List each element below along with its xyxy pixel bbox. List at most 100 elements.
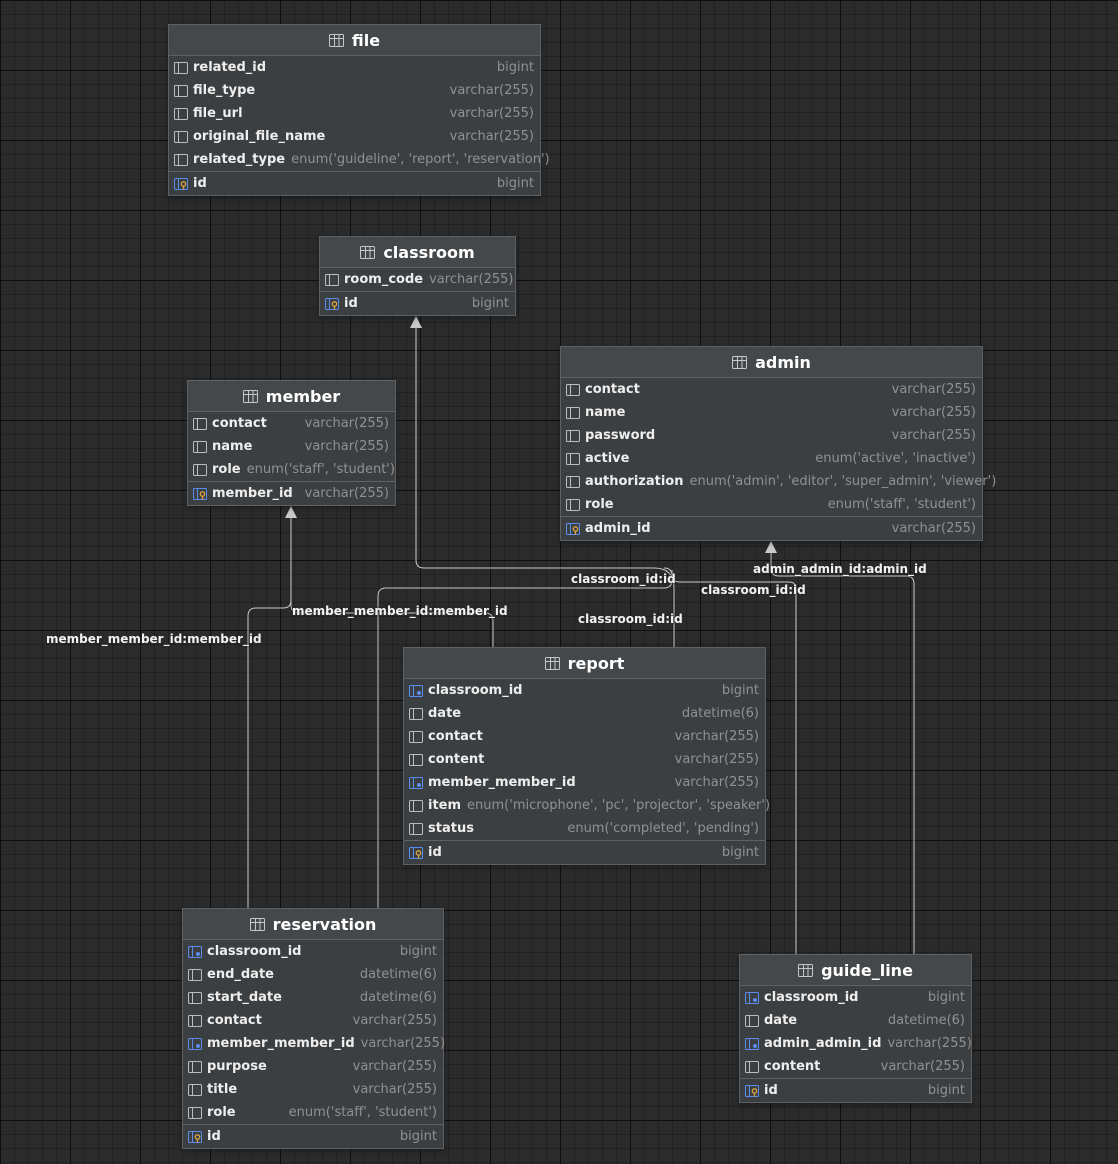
column-name: contact [428, 729, 483, 744]
column-row[interactable]: file_url varchar(255) [169, 102, 540, 125]
foreign-key-icon [745, 1037, 760, 1050]
primary-key-row[interactable]: id bigint [320, 291, 515, 315]
column-name: contact [585, 382, 640, 397]
table-header[interactable]: report [404, 648, 765, 679]
column-icon [174, 61, 189, 74]
edge-label-guide-line-classroom: classroom_id:id [701, 583, 806, 597]
column-row[interactable]: related_type enum('guideline', 'report', … [169, 148, 550, 171]
column-row[interactable]: room_code varchar(255) [320, 268, 515, 291]
primary-key-icon [325, 297, 340, 310]
column-type: datetime(6) [681, 706, 759, 721]
column-row[interactable]: password varchar(255) [561, 424, 982, 447]
column-row[interactable]: content varchar(255) [740, 1055, 971, 1078]
column-row[interactable]: end_date datetime(6) [183, 963, 443, 986]
column-row[interactable]: file_type varchar(255) [169, 79, 540, 102]
table-header[interactable]: reservation [183, 909, 443, 940]
table-icon [249, 917, 265, 931]
table-name: member [265, 386, 341, 406]
primary-key-row[interactable]: id bigint [183, 1124, 443, 1148]
column-row[interactable]: date datetime(6) [740, 1009, 971, 1032]
column-row[interactable]: member_member_id varchar(255) [183, 1032, 445, 1055]
column-name: admin_id [585, 521, 651, 536]
column-type: varchar(255) [674, 752, 759, 767]
table-icon [328, 33, 344, 47]
column-row[interactable]: start_date datetime(6) [183, 986, 443, 1009]
primary-key-row[interactable]: id bigint [740, 1078, 971, 1102]
edge-reservation-member[interactable] [247, 599, 292, 908]
column-row[interactable]: member_member_id varchar(255) [404, 771, 765, 794]
table-header[interactable]: admin [561, 347, 982, 378]
column-icon [409, 799, 424, 812]
column-name: status [428, 821, 474, 836]
column-name: date [428, 706, 462, 721]
arrowhead-classroom [410, 316, 422, 328]
column-name: member_id [212, 486, 293, 501]
arrowhead-member [285, 506, 297, 518]
column-type: varchar(255) [352, 1013, 437, 1028]
table-guide-line[interactable]: guide_line classroom_id bigint date datetime… [739, 954, 972, 1103]
column-row[interactable]: authorization enum('admin', 'editor', 'su… [561, 470, 996, 493]
column-row[interactable]: status enum('completed', 'pending') [404, 817, 765, 840]
column-row[interactable]: contact varchar(255) [188, 412, 395, 435]
table-header[interactable]: guide_line [740, 955, 971, 986]
table-icon [732, 355, 748, 369]
column-row[interactable]: contact varchar(255) [183, 1009, 443, 1032]
column-row[interactable]: item enum('microphone', 'pc', 'projector'… [404, 794, 770, 817]
column-row[interactable]: related_id bigint [169, 56, 540, 79]
column-name: related_id [193, 60, 267, 75]
column-name: room_code [344, 272, 424, 287]
column-row[interactable]: original_file_name varchar(255) [169, 125, 540, 148]
column-type: bigint [496, 176, 534, 191]
column-icon [193, 417, 208, 430]
column-icon [174, 130, 189, 143]
column-row[interactable]: active enum('active', 'inactive') [561, 447, 982, 470]
column-row[interactable]: classroom_id bigint [740, 986, 971, 1009]
column-type: bigint [399, 1129, 437, 1144]
column-row[interactable]: role enum('staff', 'student') [561, 493, 982, 516]
primary-key-row[interactable]: id bigint [169, 171, 540, 195]
primary-key-row[interactable]: member_id varchar(255) [188, 481, 395, 505]
primary-key-row[interactable]: admin_id varchar(255) [561, 516, 982, 540]
column-row[interactable]: role enum('staff', 'student') [183, 1101, 443, 1124]
column-name: related_type [193, 152, 286, 167]
table-header[interactable]: member [188, 381, 395, 412]
foreign-key-icon [409, 684, 424, 697]
column-icon [325, 273, 340, 286]
table-report[interactable]: report classroom_id bigintdate datetime(6) c… [403, 647, 770, 865]
column-name: classroom_id [764, 990, 859, 1005]
column-row[interactable]: role enum('staff', 'student') [188, 458, 395, 481]
column-row[interactable]: classroom_id bigint [404, 679, 765, 702]
column-name: item [428, 798, 462, 813]
primary-key-row[interactable]: id bigint [404, 840, 765, 864]
column-name: role [585, 497, 614, 512]
column-row[interactable]: admin_admin_id varchar(255) [740, 1032, 972, 1055]
foreign-key-icon [188, 1037, 203, 1050]
edge-report-member[interactable] [290, 516, 494, 647]
table-member[interactable]: member contact varchar(255) name varchar(255… [187, 380, 396, 506]
column-row[interactable]: name varchar(255) [188, 435, 395, 458]
column-type: varchar(255) [891, 405, 976, 420]
column-row[interactable]: contact varchar(255) [404, 725, 765, 748]
table-header[interactable]: file [169, 25, 540, 56]
table-header[interactable]: classroom [320, 237, 515, 268]
column-icon [566, 475, 581, 488]
column-icon [188, 991, 203, 1004]
column-type: varchar(255) [674, 775, 759, 790]
edge-guide-line-admin[interactable] [770, 550, 915, 954]
column-row[interactable]: purpose varchar(255) [183, 1055, 443, 1078]
column-row[interactable]: content varchar(255) [404, 748, 765, 771]
column-row[interactable]: contact varchar(255) [561, 378, 982, 401]
table-admin[interactable]: admin contact varchar(255) name varchar(255)… [560, 346, 996, 541]
column-name: role [207, 1105, 236, 1120]
column-type: enum('microphone', 'pc', 'projector', 's… [467, 798, 771, 813]
table-reservation[interactable]: reservation classroom_id bigint end_date dat… [182, 908, 445, 1149]
column-name: id [193, 176, 207, 191]
column-type: enum('staff', 'student') [288, 1105, 437, 1120]
column-row[interactable]: title varchar(255) [183, 1078, 443, 1101]
column-row[interactable]: name varchar(255) [561, 401, 982, 424]
column-icon [188, 1083, 203, 1096]
table-file[interactable]: file related_id bigint file_type varchar(255… [168, 24, 550, 196]
column-row[interactable]: classroom_id bigint [183, 940, 443, 963]
table-classroom[interactable]: classroom room_code varchar(255) id bigint [319, 236, 516, 316]
column-row[interactable]: date datetime(6) [404, 702, 765, 725]
